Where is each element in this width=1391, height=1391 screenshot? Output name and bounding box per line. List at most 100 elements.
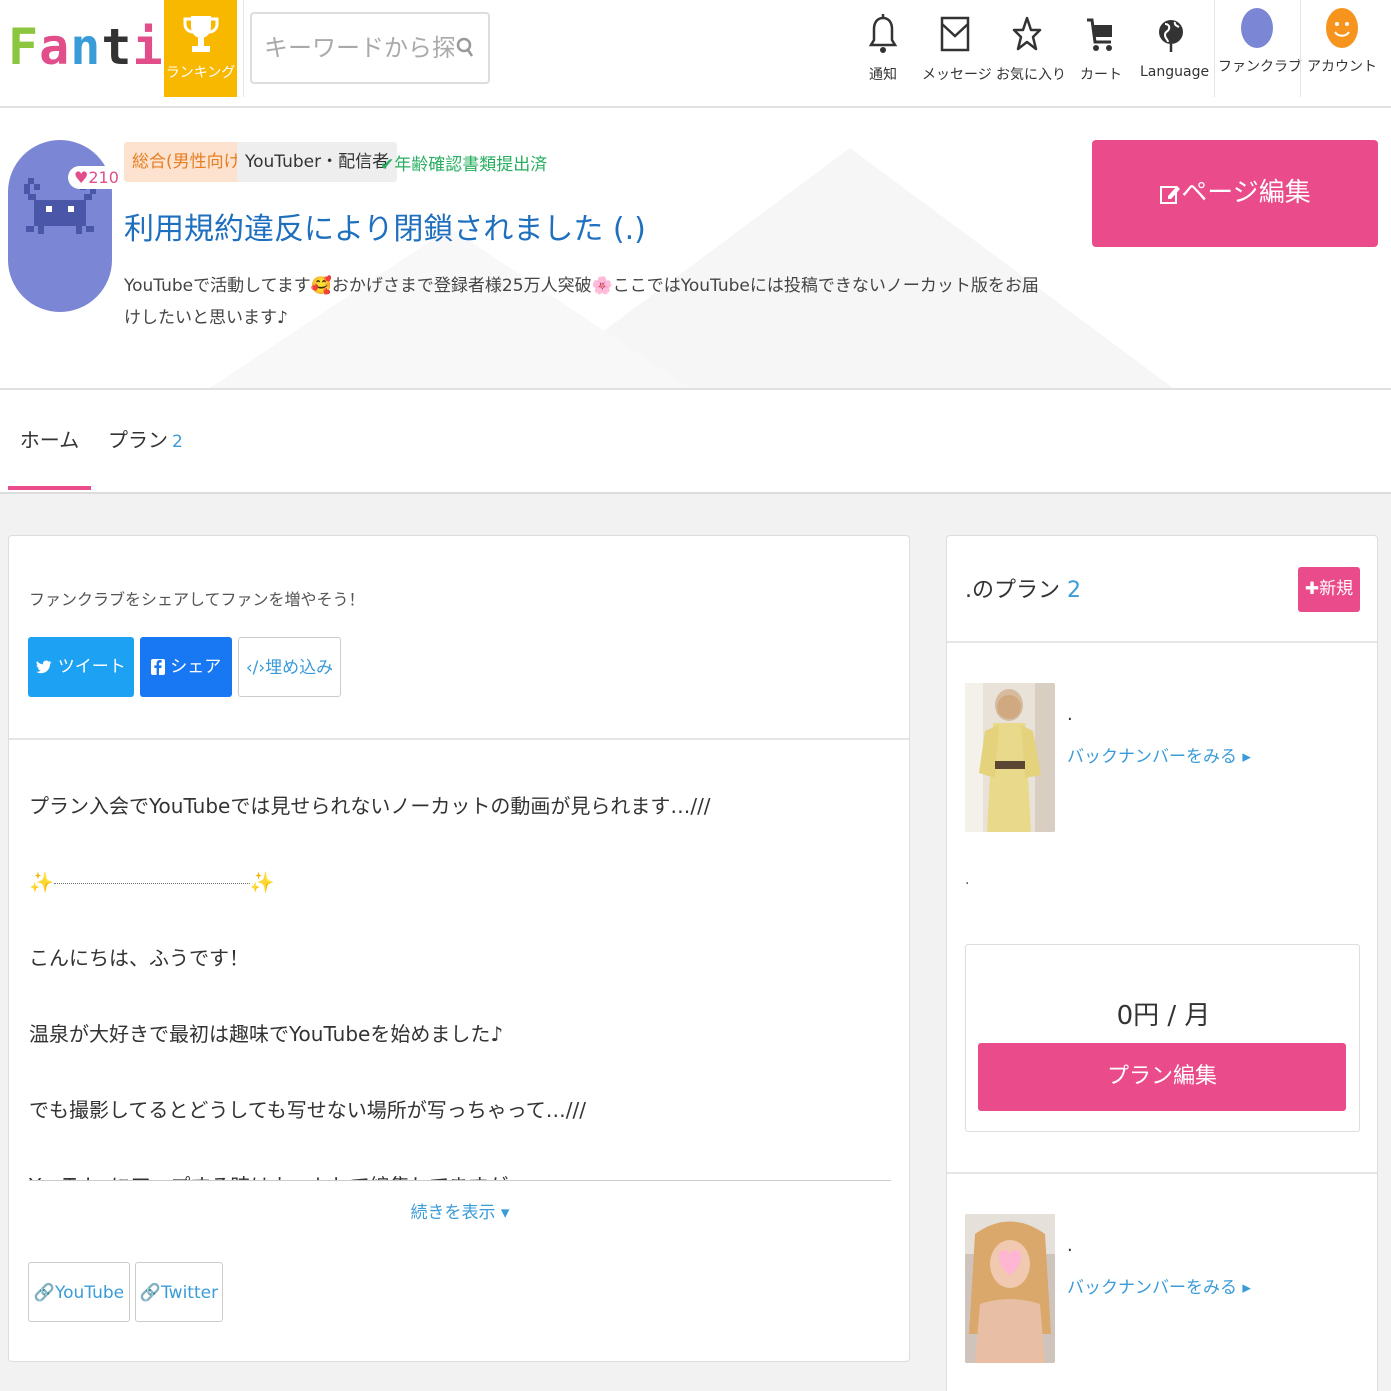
- ranking-button[interactable]: ランキング: [164, 0, 237, 97]
- edit-icon: [1160, 185, 1181, 204]
- plan-thumbnail-image: [965, 683, 1055, 832]
- header-divider: [1214, 0, 1215, 97]
- plan-price: 0円 / 月: [1116, 1001, 1211, 1031]
- nav-message-label: メッセージ: [922, 67, 992, 83]
- link-icon: 🔗: [33, 1283, 56, 1303]
- site-header: Fantia ランキング 通知 メッセージ: [0, 0, 1391, 108]
- plan-thumbnail[interactable]: [965, 1214, 1055, 1363]
- fanclub-main-card: ファンクラブをシェアしてファンを増やそう！ ツイート シェア ‹/›埋め込み プ…: [8, 535, 910, 1362]
- sparkle-icon: ✨: [249, 870, 275, 894]
- facebook-share-button[interactable]: シェア: [140, 637, 232, 697]
- crab-icon: [24, 178, 96, 234]
- nav-cart[interactable]: カート: [1080, 0, 1122, 97]
- divider: [29, 1180, 891, 1181]
- tab-home[interactable]: ホーム: [8, 390, 91, 490]
- header-divider: [243, 0, 244, 97]
- edit-page-button[interactable]: ページ編集: [1092, 140, 1378, 247]
- youtube-link-label: YouTube: [55, 1283, 125, 1303]
- twitter-link-button[interactable]: 🔗Twitter: [135, 1262, 223, 1322]
- heart-icon: ♥: [74, 168, 89, 187]
- tab-plan-count: 2: [172, 432, 183, 452]
- tab-bar: ホーム プラン 2: [0, 390, 1391, 494]
- divider: [9, 738, 909, 740]
- sparkle-icon: ✨: [29, 870, 54, 894]
- nav-favorite[interactable]: お気に入り: [996, 0, 1066, 97]
- plan-list-title-label: .のプラン: [965, 578, 1060, 603]
- edit-page-label: ページ編集: [1181, 178, 1311, 208]
- cart-icon: [1087, 18, 1112, 51]
- link-icon: 🔗: [139, 1283, 162, 1303]
- trophy-icon: [183, 16, 218, 52]
- globe-icon: [1159, 20, 1183, 52]
- divider: [947, 1172, 1377, 1174]
- nav-fanclub-label: ファンクラブ: [1218, 59, 1302, 75]
- logo-letter: a: [39, 18, 71, 76]
- search-icon[interactable]: [456, 36, 474, 58]
- verified-label: 年齢確認書類提出済: [394, 155, 548, 175]
- search-input[interactable]: [264, 32, 454, 64]
- embed-label: 埋め込み: [265, 658, 334, 678]
- fanclub-body-text: プラン入会でYouTubeでは見せられないノーカットの動画が見られます…/// …: [29, 776, 889, 1180]
- genre-tag[interactable]: YouTuber・配信者: [237, 142, 398, 182]
- twitter-link-label: Twitter: [161, 1283, 219, 1303]
- plan-price-box: 0円 / 月 プラン編集: [965, 944, 1360, 1132]
- facebook-icon: [150, 659, 165, 675]
- plan-thumbnail[interactable]: [965, 683, 1055, 832]
- logo-letter: F: [8, 18, 40, 76]
- logo-letter: i: [132, 18, 164, 76]
- youtube-link-button[interactable]: 🔗YouTube: [28, 1262, 130, 1322]
- nav-cart-label: カート: [1080, 67, 1122, 83]
- category-tag[interactable]: 総合(男性向け): [124, 142, 256, 182]
- fan-count-badge: ♥210: [68, 166, 125, 189]
- plan-name[interactable]: .: [1067, 1235, 1073, 1256]
- nav-favorite-label: お気に入り: [996, 67, 1066, 83]
- search-box: [250, 12, 490, 84]
- body-line: でも撮影してるとどうしても写せない場所が写っちゃって…///: [29, 1098, 587, 1122]
- nav-account-label: アカウント: [1307, 59, 1377, 75]
- logo-letter: n: [70, 18, 102, 76]
- backnumber-link[interactable]: バックナンバーをみる ▸: [1067, 1273, 1251, 1298]
- tweet-label: ツイート: [57, 657, 126, 677]
- nav-language-label: Language: [1140, 64, 1210, 80]
- share-label: シェア: [170, 657, 222, 677]
- smile-icon: [1334, 22, 1350, 37]
- header-divider: [1300, 0, 1301, 97]
- body-line: こんにちは、ふうです！: [29, 946, 249, 970]
- caret-right-icon: ▸: [1242, 747, 1251, 767]
- twitter-bird-icon: [36, 660, 52, 674]
- nav-notify[interactable]: 通知: [862, 0, 904, 97]
- backnumber-label: バックナンバーをみる: [1067, 747, 1237, 767]
- ranking-label: ランキング: [165, 65, 236, 81]
- new-plan-button[interactable]: ✚新規: [1298, 567, 1360, 612]
- new-plan-label: 新規: [1319, 579, 1354, 599]
- tweet-button[interactable]: ツイート: [28, 637, 134, 697]
- fanclub-title: 利用規約違反により閉鎖されました (.): [124, 212, 646, 247]
- plan-sidebar-card: .のプラン 2 ✚新規 . バックナンバーをみる ▸ . 0円 / 月 プラン編…: [946, 535, 1378, 1391]
- message-icon: [940, 16, 970, 52]
- plan-name[interactable]: .: [1067, 704, 1073, 725]
- plan-note: .: [965, 872, 970, 888]
- embed-button[interactable]: ‹/›埋め込み: [238, 637, 341, 697]
- show-more-link[interactable]: 続きを表示 ▾: [9, 1198, 909, 1223]
- plan-edit-button[interactable]: プラン編集: [978, 1043, 1346, 1111]
- sparkle-divider: ✨ ✨: [29, 852, 889, 928]
- caret-right-icon: ▸: [1242, 1278, 1251, 1298]
- nav-message[interactable]: メッセージ: [922, 0, 992, 97]
- plus-icon: ✚: [1304, 579, 1320, 599]
- logo-letter: t: [101, 18, 133, 76]
- check-icon: ✔: [380, 155, 395, 175]
- tab-plan[interactable]: プラン 2: [108, 390, 183, 490]
- tab-plan-label: プラン: [108, 428, 168, 452]
- nav-fanclub[interactable]: ファンクラブ: [1218, 0, 1302, 97]
- nav-account[interactable]: アカウント: [1306, 0, 1378, 97]
- code-icon: ‹/›: [245, 658, 266, 678]
- nav-language[interactable]: Language: [1140, 0, 1210, 97]
- bell-icon: [869, 14, 897, 53]
- share-lead-text: ファンクラブをシェアしてファンを増やそう！: [29, 590, 365, 609]
- backnumber-link[interactable]: バックナンバーをみる ▸: [1067, 742, 1251, 767]
- fanclub-avatar: [1241, 8, 1273, 48]
- plan-list-title: .のプラン 2: [965, 572, 1081, 604]
- divider: [947, 641, 1377, 643]
- star-icon: [1012, 16, 1042, 51]
- plan-thumbnail-image: [965, 1214, 1055, 1363]
